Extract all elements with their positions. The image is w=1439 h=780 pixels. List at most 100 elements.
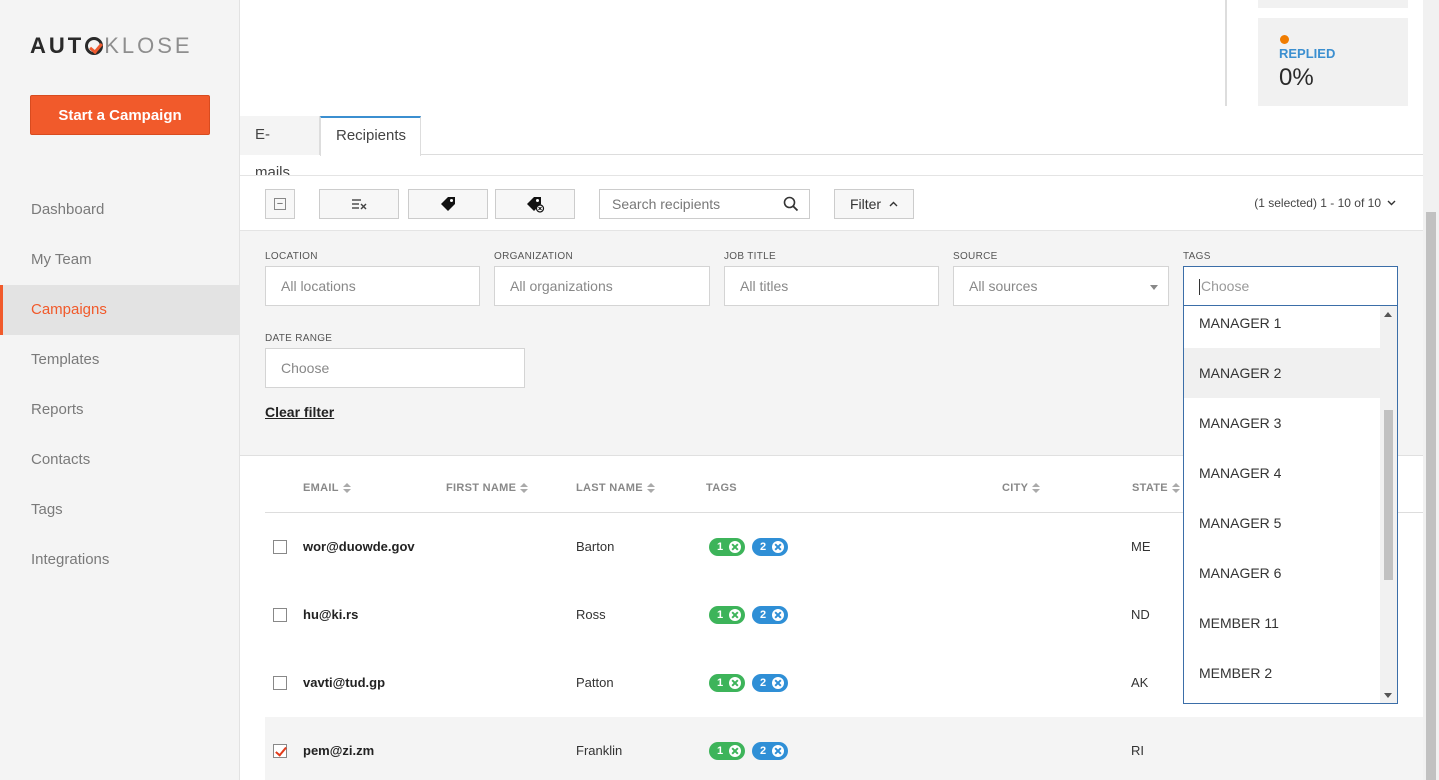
column-header-state[interactable]: STATE xyxy=(1132,482,1180,494)
tag-pill[interactable]: 1 xyxy=(709,674,746,692)
row-checkbox[interactable] xyxy=(273,676,287,690)
row-checkbox[interactable] xyxy=(273,608,287,622)
last-name-cell: Franklin xyxy=(576,743,623,758)
row-checkbox[interactable] xyxy=(273,744,287,758)
pagination-text: (1 selected) 1 - 10 of 10 xyxy=(1254,196,1381,210)
remove-tag-icon[interactable] xyxy=(772,609,785,621)
remove-tag-icon[interactable] xyxy=(729,541,742,553)
state-cell: ND xyxy=(1131,607,1150,622)
table-row-selected[interactable]: pem@zi.zm Franklin 1 2 RI xyxy=(265,717,1423,780)
autoklose-logo[interactable]: AUT KLOSE xyxy=(30,33,193,59)
job-title-input[interactable]: All titles xyxy=(724,266,939,306)
tag-option[interactable]: MANAGER 6 xyxy=(1184,548,1380,598)
pagination-dropdown[interactable]: (1 selected) 1 - 10 of 10 xyxy=(1254,196,1396,210)
tag-option[interactable]: MANAGER 1 xyxy=(1184,306,1380,348)
sidebar-item-campaigns[interactable]: Campaigns xyxy=(0,285,240,335)
recipients-toolbar: − Filter (1 selected) 1 - 10 of 10 xyxy=(240,175,1423,231)
remove-tag-icon[interactable] xyxy=(772,677,785,689)
remove-tag-icon[interactable] xyxy=(729,677,742,689)
tag-option[interactable]: MEMBER 2 xyxy=(1184,648,1380,698)
clear-filter-link[interactable]: Clear filter xyxy=(265,404,334,420)
filter-toggle-button[interactable]: Filter xyxy=(834,189,914,219)
email-cell: hu@ki.rs xyxy=(303,607,359,622)
logo-text-bold: AUT xyxy=(30,33,85,58)
tag-remove-icon xyxy=(527,197,545,213)
scroll-down-icon[interactable] xyxy=(1384,693,1392,698)
tag-option[interactable]: MANAGER 5 xyxy=(1184,498,1380,548)
tags-dropdown-list: MANAGER 1 MANAGER 2 MANAGER 3 MANAGER 4 … xyxy=(1183,306,1398,704)
status-dot-icon xyxy=(1280,35,1289,44)
chevron-up-icon xyxy=(889,201,898,207)
source-select[interactable]: All sources xyxy=(953,266,1169,306)
stat-card-partial xyxy=(1258,0,1408,8)
text-caret xyxy=(1199,279,1200,296)
organization-input[interactable]: All organizations xyxy=(494,266,710,306)
search-input[interactable] xyxy=(600,190,770,218)
stat-value: 0% xyxy=(1279,64,1314,91)
column-header-city[interactable]: CITY xyxy=(1002,482,1041,494)
sort-icon xyxy=(1171,483,1180,493)
email-cell: pem@zi.zm xyxy=(303,743,375,758)
tags-placeholder: Choose xyxy=(1201,278,1250,294)
tag-label: 2 xyxy=(760,745,767,757)
sidebar-item-tags[interactable]: Tags xyxy=(0,485,240,535)
remove-tag-icon[interactable] xyxy=(772,541,785,553)
scrollbar-thumb[interactable] xyxy=(1384,410,1393,580)
tag-option[interactable]: MANAGER 3 xyxy=(1184,398,1380,448)
sidebar-item-integrations[interactable]: Integrations xyxy=(0,535,240,585)
remove-tag-button[interactable] xyxy=(495,189,575,219)
date-range-label: DATE RANGE xyxy=(265,333,333,344)
dropdown-scrollbar[interactable] xyxy=(1380,306,1397,703)
scroll-up-icon[interactable] xyxy=(1384,312,1392,317)
tag-pill[interactable]: 1 xyxy=(709,742,746,760)
tag-option[interactable]: MEMBER 11 xyxy=(1184,598,1380,648)
state-cell: RI xyxy=(1131,743,1144,758)
sidebar-item-templates[interactable]: Templates xyxy=(0,335,240,385)
tag-label: 1 xyxy=(717,541,724,553)
tag-pill[interactable]: 2 xyxy=(752,742,789,760)
tab-emails[interactable]: E-mails xyxy=(240,116,320,181)
logo-check-icon xyxy=(85,37,104,55)
tag-pill[interactable]: 1 xyxy=(709,606,746,624)
tag-option[interactable]: MANAGER 4 xyxy=(1184,448,1380,498)
tag-pill[interactable]: 2 xyxy=(752,674,789,692)
search-icon[interactable] xyxy=(783,196,799,212)
clear-list-button[interactable] xyxy=(319,189,399,219)
page-scrollbar-thumb[interactable] xyxy=(1426,212,1436,780)
sidebar-item-dashboard[interactable]: Dashboard xyxy=(0,185,240,235)
tag-pill[interactable]: 2 xyxy=(752,538,789,556)
date-range-input[interactable]: Choose xyxy=(265,348,525,388)
clear-list-icon xyxy=(352,199,367,210)
tag-pill[interactable]: 2 xyxy=(752,606,789,624)
sort-icon xyxy=(342,483,351,493)
start-campaign-button[interactable]: Start a Campaign xyxy=(30,95,210,135)
tag-option-hovered[interactable]: MANAGER 2 xyxy=(1184,348,1380,398)
column-header-first-name[interactable]: FIRST NAME xyxy=(446,482,529,494)
column-header-label: EMAIL xyxy=(303,482,339,494)
add-tag-button[interactable] xyxy=(408,189,488,219)
tag-pill[interactable]: 1 xyxy=(709,538,746,556)
column-header-last-name[interactable]: LAST NAME xyxy=(576,482,655,494)
page-scrollbar[interactable] xyxy=(1423,0,1439,780)
tags-input[interactable]: Choose xyxy=(1183,266,1398,306)
column-header-email[interactable]: EMAIL xyxy=(303,482,351,494)
column-header-label: CITY xyxy=(1002,482,1029,494)
stat-card-replied: REPLIED 0% xyxy=(1258,18,1408,106)
row-checkbox[interactable] xyxy=(273,540,287,554)
remove-tag-icon[interactable] xyxy=(772,745,785,757)
sidebar: AUT KLOSE Start a Campaign Dashboard My T… xyxy=(0,0,240,780)
sidebar-item-reports[interactable]: Reports xyxy=(0,385,240,435)
remove-tag-icon[interactable] xyxy=(729,609,742,621)
tag-icon xyxy=(441,197,455,211)
state-cell: AK xyxy=(1131,675,1149,690)
column-header-label: TAGS xyxy=(706,482,737,494)
location-input[interactable]: All locations xyxy=(265,266,480,306)
select-all-checkbox[interactable]: − xyxy=(265,189,295,219)
divider xyxy=(1225,0,1227,106)
sidebar-item-my-team[interactable]: My Team xyxy=(0,235,240,285)
sidebar-item-contacts[interactable]: Contacts xyxy=(0,435,240,485)
tab-recipients[interactable]: Recipients xyxy=(320,116,421,156)
email-cell: vavti@tud.gp xyxy=(303,675,386,690)
remove-tag-icon[interactable] xyxy=(729,745,742,757)
chevron-down-icon xyxy=(1387,200,1396,206)
